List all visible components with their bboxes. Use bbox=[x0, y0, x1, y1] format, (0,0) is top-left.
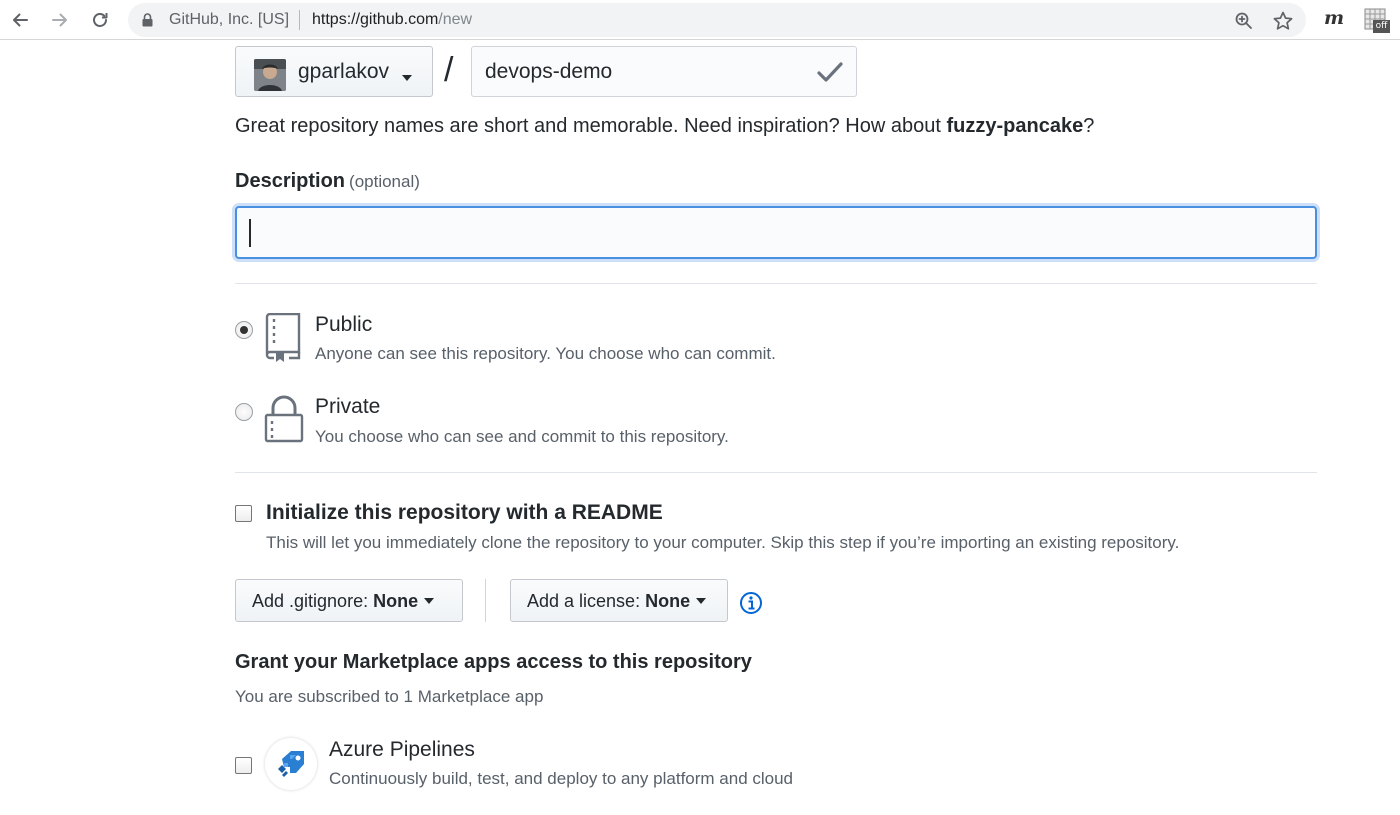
url-text[interactable]: https://github.com/new bbox=[312, 11, 472, 29]
extension-m-icon[interactable]: m bbox=[1324, 7, 1344, 29]
back-arrow-icon bbox=[13, 13, 28, 27]
private-title: Private bbox=[315, 395, 381, 418]
azure-pipelines-logo bbox=[278, 751, 304, 777]
url-host: https://github.com bbox=[312, 11, 439, 28]
app-name: Azure Pipelines bbox=[329, 738, 475, 761]
select-divider bbox=[485, 579, 486, 622]
site-identity[interactable]: GitHub, Inc. [US] bbox=[169, 11, 289, 29]
check-icon bbox=[817, 62, 843, 82]
chevron-down-icon bbox=[424, 598, 435, 604]
browser-toolbar: GitHub, Inc. [US] https://github.com/new… bbox=[0, 0, 1400, 40]
url-path: /new bbox=[438, 11, 473, 28]
chevron-down-icon bbox=[402, 75, 412, 81]
hint-suggestion[interactable]: fuzzy-pancake bbox=[946, 115, 1083, 137]
public-description: Anyone can see this repository. You choo… bbox=[315, 344, 776, 363]
description-input[interactable] bbox=[237, 208, 1315, 257]
lock-icon bbox=[264, 395, 304, 443]
readme-description: This will let you immediately clone the … bbox=[266, 533, 1180, 552]
text-cursor bbox=[249, 219, 251, 247]
marketplace-title: Grant your Marketplace apps access to th… bbox=[235, 651, 752, 673]
gitignore-label: Add .gitignore: bbox=[252, 591, 369, 611]
private-description: You choose who can see and commit to thi… bbox=[315, 427, 729, 446]
forward-button[interactable] bbox=[46, 6, 74, 34]
repo-book-icon bbox=[265, 313, 301, 362]
chevron-down-icon bbox=[696, 598, 707, 604]
back-button[interactable] bbox=[6, 6, 34, 34]
lock-icon[interactable] bbox=[142, 13, 153, 27]
azure-pipelines-checkbox[interactable] bbox=[235, 757, 252, 774]
gitignore-select[interactable]: Add .gitignore: None bbox=[235, 579, 463, 622]
avatar bbox=[254, 59, 286, 91]
optional-note: (optional) bbox=[349, 172, 420, 191]
private-radio[interactable] bbox=[235, 403, 253, 421]
extension-off-badge: off bbox=[1373, 20, 1390, 33]
azure-pipelines-icon bbox=[265, 738, 317, 790]
gitignore-value: None bbox=[373, 591, 419, 611]
app-description: Continuously build, test, and deploy to … bbox=[329, 769, 794, 788]
license-select[interactable]: Add a license: None bbox=[510, 579, 728, 622]
address-bar[interactable]: GitHub, Inc. [US] https://github.com/new bbox=[128, 3, 1306, 37]
description-label: Description (optional) bbox=[235, 170, 420, 193]
owner-dropdown[interactable]: gparlakov bbox=[235, 46, 433, 97]
new-repository-form: gparlakov / Great repository names are s… bbox=[0, 41, 1400, 815]
hint-text: Great repository names are short and mem… bbox=[235, 115, 947, 137]
divider bbox=[235, 283, 1317, 284]
repository-name-hint: Great repository names are short and mem… bbox=[235, 115, 1094, 138]
repository-name-input[interactable] bbox=[472, 47, 802, 96]
owner-name: gparlakov bbox=[298, 60, 390, 83]
repository-name-field[interactable] bbox=[471, 46, 857, 97]
description-field[interactable] bbox=[235, 206, 1317, 259]
reload-button[interactable] bbox=[86, 6, 114, 34]
address-divider bbox=[299, 10, 300, 30]
readme-checkbox[interactable] bbox=[235, 505, 252, 522]
hint-suffix: ? bbox=[1083, 115, 1095, 137]
license-value: None bbox=[645, 591, 691, 611]
public-title: Public bbox=[315, 313, 373, 336]
readme-title[interactable]: Initialize this repository with a README bbox=[266, 501, 663, 525]
reload-icon bbox=[93, 13, 108, 27]
divider bbox=[235, 472, 1317, 473]
extension-off-icon[interactable]: off bbox=[1364, 8, 1390, 34]
description-label-text: Description bbox=[235, 170, 346, 192]
bookmark-star-icon[interactable] bbox=[1272, 10, 1294, 32]
marketplace-subtitle: You are subscribed to 1 Marketplace app bbox=[235, 687, 544, 706]
public-radio[interactable] bbox=[235, 321, 253, 339]
license-label: Add a license: bbox=[527, 591, 641, 611]
owner-repo-separator: / bbox=[444, 51, 454, 89]
forward-arrow-icon bbox=[52, 13, 67, 27]
info-icon[interactable] bbox=[739, 591, 763, 615]
zoom-icon[interactable] bbox=[1234, 11, 1254, 31]
